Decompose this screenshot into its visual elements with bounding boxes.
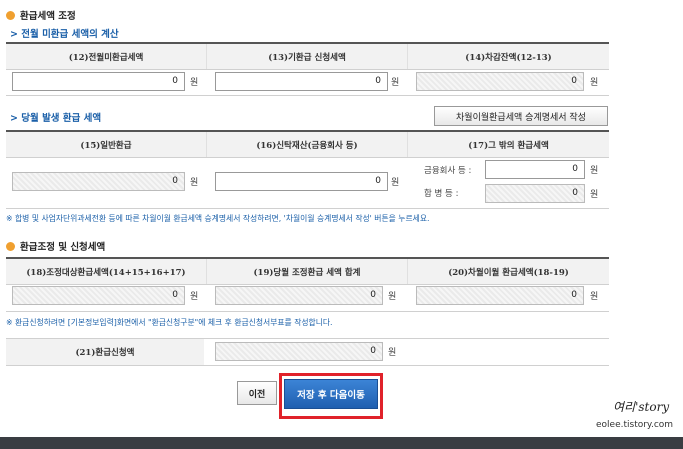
header-cell: (20)차월이월 환급세액(18-19): [448, 267, 569, 278]
refund-amount-readonly-field: 0: [215, 342, 383, 361]
watermark-url: eolee.tistory.com: [596, 420, 674, 430]
subsection-title-text: 당월 발생 환급 세액: [21, 113, 102, 124]
header-cell: (18)조정대상환급세액(14+15+16+17): [6, 259, 207, 284]
carry-over-readonly-field: 0: [416, 286, 584, 305]
table-header: (15)일반환급 (16)신탁재산(금융회사 등) (17)그 밖의 환급세액: [6, 132, 609, 158]
header-cell: (16)신탁재산(금융회사 등): [207, 132, 408, 157]
header-cell: (19)당월 조정환급 세액 합계: [207, 259, 408, 284]
chevron-right-icon: >: [10, 113, 18, 124]
merger-readonly-field: 0: [485, 184, 585, 203]
subsection-current-month: > 당월 발생 환급 세액: [10, 110, 101, 124]
header-cell: (13)기환급 신청세액: [207, 44, 408, 69]
unit-label: 원: [590, 292, 599, 302]
table-header: (12)전월미환급세액 (13)기환급 신청세액 (14)차감잔액(12-13): [6, 44, 609, 70]
trust-property-input[interactable]: 0: [215, 172, 388, 191]
unit-label: 원: [391, 178, 400, 188]
unit-label: 원: [590, 78, 599, 88]
monthly-adjusted-readonly-field: 0: [215, 286, 383, 305]
prev-month-unrefunded-input[interactable]: 0: [12, 72, 185, 91]
section-title-text: 환급세액 조정: [20, 11, 76, 22]
bullet-icon: [6, 241, 15, 251]
section-title-refund-request: 환급조정 및 신청세액: [6, 239, 105, 253]
subsection-prev-month: > 전월 미환급 세액의 계산: [10, 26, 119, 40]
bullet-icon: [6, 10, 15, 20]
financial-institution-label: 금융회사 등 :: [424, 166, 472, 176]
header-cell: (15)일반환급: [6, 132, 207, 157]
unit-label: 원: [590, 166, 599, 176]
refund-amount-label: (21)환급신청액: [6, 339, 204, 365]
unit-label: 원: [190, 292, 199, 302]
unit-label: 원: [391, 78, 400, 88]
financial-institution-input[interactable]: 0: [485, 160, 585, 179]
refund-request-note: ※ 환급신청하려면 [기본정보입력]화면에서 "환급신청구분"에 체크 후 환급…: [6, 318, 333, 327]
merger-label: 합 병 등 :: [424, 189, 459, 199]
chevron-right-icon: >: [10, 29, 18, 40]
general-refund-readonly-field: 0: [12, 172, 185, 191]
section-title-refund-adjust: 환급세액 조정: [6, 8, 76, 22]
unit-label: 원: [190, 78, 199, 88]
header-cell: (14)차감잔액(12-13): [465, 52, 552, 63]
prev-button[interactable]: 이전: [237, 381, 277, 405]
table-header: (18)조정대상환급세액(14+15+16+17) (19)당월 조정환급 세액…: [6, 259, 609, 285]
header-cell: (12)전월미환급세액: [6, 44, 207, 69]
watermark-signature: 여리'story: [613, 400, 670, 414]
carry-over-note: ※ 합병 및 사업자단위과세전환 등에 따른 차월이월 환급세액 승계명세서 작…: [6, 214, 430, 223]
balance-readonly-field: 0: [416, 72, 584, 91]
unit-label: 원: [590, 190, 599, 200]
save-and-next-button[interactable]: 저장 후 다음이동: [284, 379, 378, 409]
adjusted-refund-readonly-field: 0: [12, 286, 185, 305]
prior-refund-request-input[interactable]: 0: [215, 72, 388, 91]
footer-bar: [0, 437, 683, 449]
unit-label: 원: [190, 178, 199, 188]
header-cell: (17)그 밖의 환급세액: [468, 140, 549, 151]
unit-label: 원: [388, 292, 397, 302]
unit-label: 원: [388, 348, 397, 358]
subsection-title-text: 전월 미환급 세액의 계산: [21, 29, 119, 40]
carry-over-statement-button[interactable]: 차월이월환급세액 승계명세서 작성: [434, 106, 608, 126]
section-title-text: 환급조정 및 신청세액: [20, 242, 106, 253]
